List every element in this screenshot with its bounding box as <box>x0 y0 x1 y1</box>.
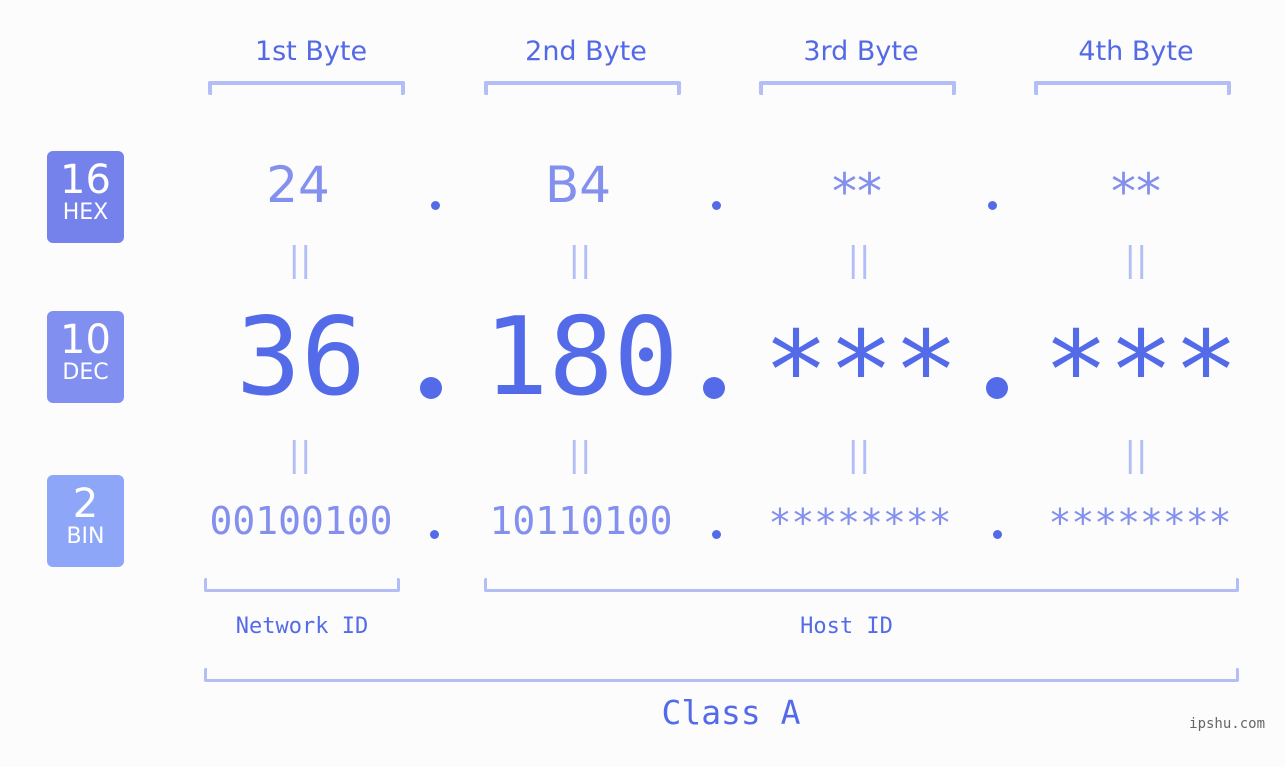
equals-icon: || <box>568 435 592 475</box>
dec-octet-3: *** <box>763 309 959 434</box>
equals-icon: || <box>288 240 312 280</box>
equals-icon: || <box>568 240 592 280</box>
equals-icon: || <box>847 435 871 475</box>
byte-header-3: 3rd Byte <box>803 36 919 67</box>
byte-header-1: 1st Byte <box>254 36 368 67</box>
hex-separator-dot <box>431 201 440 210</box>
dec-octet-4: *** <box>1043 309 1239 434</box>
byte-bracket-2 <box>484 81 681 95</box>
hex-base-label: HEX <box>62 200 109 225</box>
dec-octet-1: 36 <box>235 295 367 420</box>
hex-octet-3: ** <box>832 163 882 221</box>
byte-bracket-3 <box>759 81 956 95</box>
dec-badge: 10 DEC <box>47 311 124 403</box>
hex-base-number: 16 <box>60 157 111 203</box>
byte-bracket-4 <box>1034 81 1231 95</box>
bin-separator-dot <box>712 530 721 539</box>
bin-separator-dot <box>430 530 439 539</box>
bin-octet-2: 10110100 <box>489 499 673 543</box>
hex-separator-dot <box>988 201 997 210</box>
bin-octet-3: ******** <box>768 501 952 545</box>
dec-separator-dot <box>986 377 1008 399</box>
bin-badge: 2 BIN <box>47 475 124 567</box>
equals-icon: || <box>1124 435 1148 475</box>
bin-base-number: 2 <box>72 481 99 527</box>
dec-base-label: DEC <box>62 360 109 385</box>
class-label: Class A <box>661 693 801 732</box>
bin-octet-1: 00100100 <box>209 499 393 543</box>
equals-icon: || <box>1124 240 1148 280</box>
equals-icon: || <box>288 435 312 475</box>
hex-badge: 16 HEX <box>47 151 124 243</box>
hex-octet-2: B4 <box>544 156 612 214</box>
network-id-label: Network ID <box>235 614 369 639</box>
bin-separator-dot <box>993 530 1002 539</box>
byte-header-4: 4th Byte <box>1078 36 1194 67</box>
hex-separator-dot <box>712 201 721 210</box>
bin-base-label: BIN <box>66 524 105 549</box>
dec-octet-2: 180 <box>483 295 679 420</box>
byte-header-2: 2nd Byte <box>525 36 647 67</box>
hex-octet-4: ** <box>1111 163 1161 221</box>
dec-separator-dot <box>703 377 725 399</box>
dec-separator-dot <box>420 377 442 399</box>
bin-octet-4: ******** <box>1048 501 1232 545</box>
host-id-bracket <box>484 578 1239 592</box>
equals-icon: || <box>847 240 871 280</box>
brand-watermark: ipshu.com <box>1189 716 1265 732</box>
dec-base-number: 10 <box>60 317 111 363</box>
class-bracket <box>204 668 1239 682</box>
byte-bracket-1 <box>208 81 405 95</box>
network-id-bracket <box>204 578 400 592</box>
host-id-label: Host ID <box>800 614 893 639</box>
hex-octet-1: 24 <box>266 156 330 214</box>
